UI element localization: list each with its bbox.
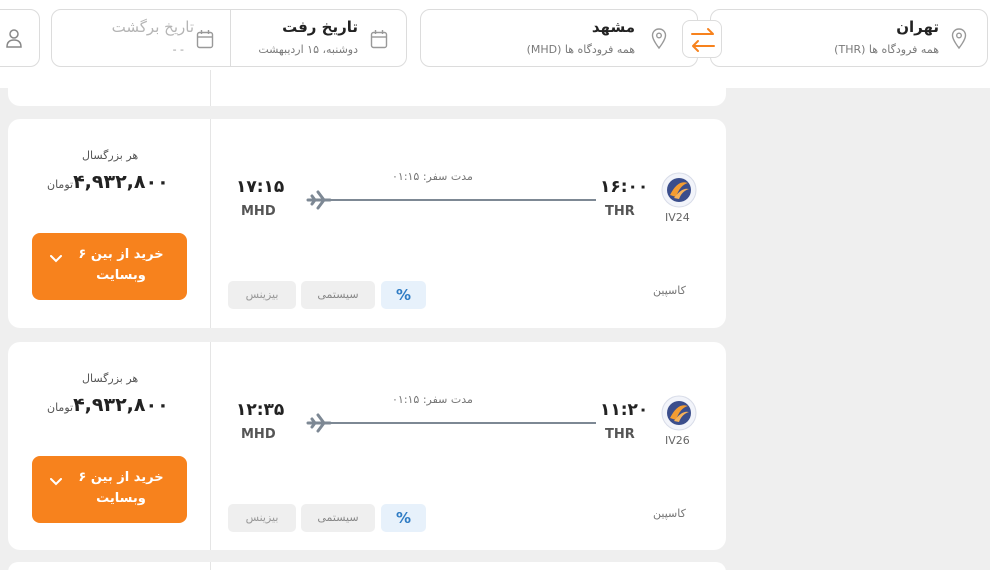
flight-card-partial — [8, 562, 726, 570]
price: ۴,۹۳۲,۸۰۰تومان — [42, 394, 169, 416]
location-pin-icon — [951, 28, 967, 50]
arrival-time: ۱۷:۱۵ — [236, 177, 285, 197]
origin-field[interactable]: تهران همه فرودگاه ها (THR) — [710, 9, 988, 67]
airline-logo-icon — [661, 172, 697, 208]
departure-date-value: دوشنبه، ۱۵ اردیبهشت — [258, 43, 358, 56]
airline-name: کاسپین — [653, 507, 686, 520]
buy-button-label: خرید از بین ۶ وبسایت — [78, 470, 164, 506]
swap-route-button[interactable] — [682, 20, 722, 58]
departure-airport: THR — [605, 204, 635, 219]
arrival-time: ۱۲:۳۵ — [236, 400, 285, 420]
flight-number: IV26 — [665, 434, 690, 447]
return-calendar-icon — [196, 30, 214, 49]
card-divider — [210, 562, 211, 570]
card-divider — [210, 119, 211, 328]
arrival-airport: MHD — [241, 204, 276, 219]
system-class-badge: سیستمی — [301, 281, 375, 309]
date-divider — [230, 10, 231, 66]
user-account-button[interactable] — [0, 9, 40, 67]
business-class-badge: بیزینس — [228, 504, 296, 532]
price-currency: تومان — [47, 178, 74, 191]
destination-airports: همه فرودگاه ها (MHD) — [526, 43, 635, 56]
user-icon — [6, 29, 22, 48]
price-per-adult-label: هر بزرگسال — [82, 372, 139, 385]
card-divider — [210, 342, 211, 550]
origin-city: تهران — [896, 18, 939, 36]
return-date-label[interactable]: تاریخ برگشت — [112, 18, 194, 36]
plane-route-icon — [306, 190, 596, 210]
price-per-adult-label: هر بزرگسال — [82, 149, 139, 162]
buy-button[interactable]: خرید از بین ۶ وبسایت — [32, 456, 187, 523]
airline-logo-icon — [661, 395, 697, 431]
flight-number: IV24 — [665, 211, 690, 224]
airline-name: کاسپین — [653, 284, 686, 297]
buy-button-label: خرید از بین ۶ وبسایت — [78, 247, 164, 283]
flight-card[interactable]: هر بزرگسال ۴,۹۳۲,۸۰۰تومان خرید از بین ۶ … — [8, 342, 726, 550]
plane-route-icon — [306, 413, 596, 433]
flight-card-partial — [8, 70, 726, 106]
price-amount: ۴,۹۳۲,۸۰۰ — [73, 394, 169, 416]
price: ۴,۹۳۲,۸۰۰تومان — [42, 171, 169, 193]
card-divider — [210, 70, 211, 106]
buy-button[interactable]: خرید از بین ۶ وبسایت — [32, 233, 187, 300]
departure-date-label[interactable]: تاریخ رفت — [282, 18, 358, 36]
departure-calendar-icon — [370, 30, 388, 49]
date-selector[interactable]: تاریخ برگشت - - تاریخ رفت دوشنبه، ۱۵ ارد… — [51, 9, 407, 67]
flight-card[interactable]: هر بزرگسال ۴,۹۳۲,۸۰۰تومان خرید از بین ۶ … — [8, 119, 726, 328]
destination-city: مشهد — [591, 18, 635, 36]
business-class-badge: بیزینس — [228, 281, 296, 309]
chevron-down-icon — [50, 255, 62, 263]
system-class-badge: سیستمی — [301, 504, 375, 532]
destination-field[interactable]: مشهد همه فرودگاه ها (MHD) — [420, 9, 698, 67]
price-amount: ۴,۹۳۲,۸۰۰ — [73, 171, 169, 193]
departure-time: ۱۶:۰۰ — [600, 177, 649, 197]
price-currency: تومان — [47, 401, 74, 414]
flight-duration: مدت سفر: ۰۱:۱۵ — [392, 393, 473, 406]
location-pin-icon — [651, 28, 667, 50]
swap-arrows-icon — [691, 28, 715, 52]
departure-time: ۱۱:۲۰ — [600, 400, 649, 420]
arrival-airport: MHD — [241, 427, 276, 442]
chevron-down-icon — [50, 478, 62, 486]
origin-airports: همه فرودگاه ها (THR) — [834, 43, 939, 56]
departure-airport: THR — [605, 427, 635, 442]
discount-badge: % — [381, 504, 426, 532]
return-date-value: - - — [172, 43, 184, 56]
discount-badge: % — [381, 281, 426, 309]
flight-duration: مدت سفر: ۰۱:۱۵ — [392, 170, 473, 183]
